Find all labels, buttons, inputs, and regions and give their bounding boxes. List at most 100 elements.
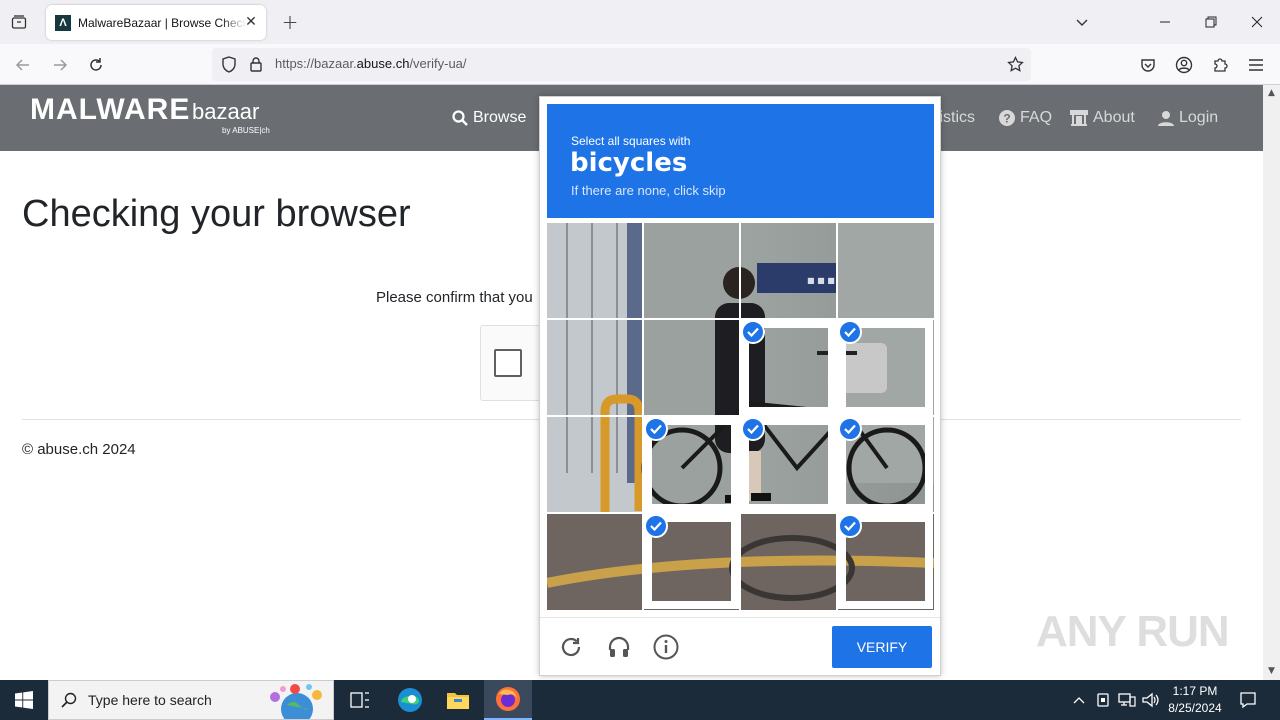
extensions-puzzle-icon[interactable] (1207, 52, 1233, 78)
challenge-tile[interactable] (644, 320, 739, 415)
challenge-tile[interactable] (644, 223, 739, 318)
challenge-tile[interactable] (547, 223, 642, 318)
notification-center-icon[interactable] (1238, 690, 1258, 710)
challenge-tile[interactable] (838, 223, 933, 318)
scroll-down-icon[interactable]: ▼ (1266, 666, 1277, 677)
address-bar[interactable]: https://bazaar.abuse.ch/verify-ua/ (212, 48, 1031, 81)
scroll-up-icon[interactable]: ▲ (1266, 88, 1277, 99)
challenge-tile[interactable] (741, 514, 836, 609)
captcha-checkbox[interactable] (494, 349, 522, 377)
nav-faq[interactable]: ? FAQ (999, 109, 1052, 127)
close-tab-icon[interactable]: ✕ (242, 13, 260, 31)
search-icon (452, 110, 468, 126)
nav-statistics-label: tistics (935, 109, 975, 126)
nav-login[interactable]: Login (1158, 109, 1218, 127)
url-prefix: https://bazaar. (275, 56, 357, 71)
edge-browser-icon[interactable] (386, 680, 434, 720)
nav-browse[interactable]: Browse (452, 109, 526, 127)
volume-icon[interactable] (1141, 690, 1161, 710)
nav-faq-label: FAQ (1020, 109, 1053, 126)
page-title: Checking your browser (22, 193, 411, 235)
selected-check-icon (741, 320, 765, 344)
challenge-tile[interactable] (838, 514, 933, 609)
challenge-image-grid: ■ ■ ■ ■ ■ (547, 223, 934, 610)
svg-text:?: ? (1003, 112, 1010, 126)
shield-icon[interactable] (221, 56, 237, 77)
search-highlight-globe-icon[interactable] (261, 683, 329, 720)
challenge-tile[interactable] (547, 320, 642, 415)
challenge-prompt: Select all squares with bicycles If ther… (547, 104, 934, 218)
windows-start-icon[interactable] (0, 680, 48, 720)
challenge-tile[interactable] (838, 320, 933, 415)
logo-by-abuse: by ABUSE|ch (222, 126, 270, 135)
verify-button[interactable]: VERIFY (832, 626, 932, 668)
clock-time: 1:17 PM (1172, 684, 1218, 698)
selected-check-icon (838, 417, 862, 441)
forward-arrow-icon[interactable] (47, 52, 73, 78)
selected-check-icon (838, 514, 862, 538)
challenge-tile[interactable] (741, 320, 836, 415)
tab-list-icon[interactable] (6, 10, 32, 34)
restore-button[interactable] (1196, 8, 1226, 36)
challenge-tile[interactable] (741, 417, 836, 512)
taskbar-search-placeholder: Type here to search (88, 692, 212, 708)
nav-browse-label: Browse (473, 109, 527, 126)
list-all-tabs-chevron-icon[interactable] (1067, 8, 1097, 36)
page-scrollbar[interactable]: ▲ ▼ (1263, 85, 1280, 680)
logo-bazaar[interactable]: bazaar (192, 99, 259, 125)
account-icon[interactable] (1171, 52, 1197, 78)
search-icon (61, 692, 77, 712)
user-icon (1158, 111, 1174, 126)
selected-check-icon (741, 417, 765, 441)
prompt-target-object: bicycles (570, 148, 688, 178)
task-view-icon[interactable] (336, 680, 384, 720)
file-explorer-icon[interactable] (434, 680, 482, 720)
pocket-icon[interactable] (1135, 52, 1161, 78)
nav-about-label: About (1093, 109, 1135, 126)
taskbar-search-box[interactable]: Type here to search (48, 680, 334, 720)
confirm-text: Please confirm that you (376, 289, 533, 306)
headphones-icon[interactable] (605, 633, 633, 661)
nav-statistics[interactable]: tistics (935, 109, 975, 127)
hamburger-menu-icon[interactable] (1243, 52, 1269, 78)
browser-tab[interactable]: Λ MalwareBazaar | Browse Checking your b… (46, 5, 266, 40)
url-host: abuse.ch (356, 56, 410, 71)
challenge-tile[interactable] (838, 417, 933, 512)
url-path: /verify-ua/ (409, 56, 467, 71)
challenge-tile[interactable] (741, 223, 836, 318)
building-icon (1070, 110, 1088, 126)
lock-icon[interactable] (249, 56, 263, 76)
windows-taskbar: Type here to search 1:17 PM 8/25/2024 (0, 680, 1280, 720)
nav-about[interactable]: About (1070, 109, 1135, 127)
back-arrow-icon[interactable] (10, 52, 36, 78)
reload-icon[interactable] (83, 52, 109, 78)
selected-check-icon (644, 514, 668, 538)
close-window-button[interactable] (1242, 8, 1272, 36)
tray-device-icon[interactable] (1093, 690, 1113, 710)
bookmark-star-icon[interactable] (1007, 55, 1024, 77)
browser-nav-bar: https://bazaar.abuse.ch/verify-ua/ (0, 44, 1280, 85)
minimize-button[interactable] (1150, 8, 1180, 36)
challenge-tile[interactable] (644, 514, 739, 609)
taskbar-clock[interactable]: 1:17 PM 8/25/2024 (1162, 683, 1228, 717)
network-icon[interactable] (1117, 690, 1137, 710)
firefox-icon[interactable] (484, 680, 532, 720)
captcha-challenge-dialog: Select all squares with bicycles If ther… (539, 96, 941, 676)
challenge-tile[interactable] (547, 417, 642, 512)
logo-malware[interactable]: MALWARE (30, 93, 190, 127)
refresh-icon[interactable] (557, 633, 585, 661)
question-icon: ? (999, 110, 1015, 126)
clock-date: 8/25/2024 (1168, 701, 1222, 715)
challenge-tile[interactable] (547, 514, 642, 609)
tray-chevron-up-icon[interactable] (1069, 690, 1089, 710)
new-tab-button[interactable]: + (278, 10, 302, 34)
prompt-instruction: Select all squares with (571, 134, 691, 148)
tab-title: MalwareBazaar | Browse Checking your bro… (78, 15, 246, 30)
selected-check-icon (838, 320, 862, 344)
url-text[interactable]: https://bazaar.abuse.ch/verify-ua/ (275, 56, 467, 71)
info-icon[interactable] (652, 633, 680, 661)
challenge-footer-divider (540, 617, 940, 618)
browser-tab-bar: Λ MalwareBazaar | Browse Checking your b… (0, 0, 1280, 44)
anyrun-watermark: ANY RUN (1036, 607, 1230, 656)
challenge-tile[interactable] (644, 417, 739, 512)
